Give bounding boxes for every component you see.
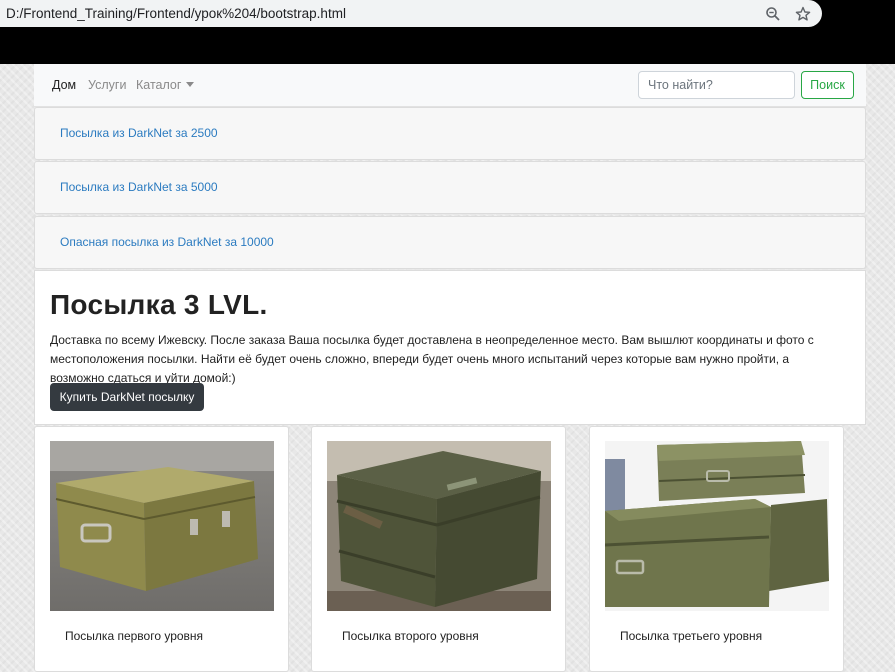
product-card-3: Посылка третьего уровня — [589, 426, 844, 672]
page-container: Дом Услуги Каталог Поиск Посылка из Dark… — [34, 64, 866, 672]
link-package-10000[interactable]: Опасная посылка из DarkNet за 10000 — [60, 235, 274, 249]
nav-item-catalog-label: Каталог — [136, 78, 182, 92]
nav-item-catalog[interactable]: Каталог — [136, 78, 195, 92]
hero-title: Посылка 3 LVL. — [50, 289, 268, 320]
card-image-box-1[interactable] — [50, 441, 274, 611]
navbar: Дом Услуги Каталог Поиск — [34, 64, 866, 107]
browser-toolbar: D:/Frontend_Training/Frontend/урок%204/b… — [0, 0, 895, 64]
zoom-icon[interactable] — [762, 3, 784, 25]
hero-text: Доставка по всему Ижевску. После заказа … — [50, 333, 814, 385]
search-button[interactable]: Поиск — [801, 71, 854, 99]
link-block-2: Посылка из DarkNet за 5000 — [34, 161, 866, 214]
hero-section: Посылка 3 LVL. Доставка по всему Ижевску… — [34, 270, 866, 425]
card-image-box-2[interactable] — [327, 441, 551, 611]
card-title-3: Посылка третьего уровня — [620, 629, 763, 643]
address-bar[interactable]: D:/Frontend_Training/Frontend/урок%204/b… — [0, 0, 822, 27]
product-card-1: Посылка первого уровня — [34, 426, 289, 672]
star-icon[interactable] — [792, 3, 814, 25]
url-text[interactable]: D:/Frontend_Training/Frontend/урок%204/b… — [0, 6, 762, 21]
card-title-1: Посылка первого уровня — [65, 629, 204, 643]
nav-item-home[interactable]: Дом — [52, 78, 76, 92]
card-image-box-3[interactable] — [605, 441, 829, 611]
product-card-2: Посылка второго уровня — [311, 426, 566, 672]
buy-button[interactable]: Купить DarkNet посылку — [50, 383, 204, 411]
link-block-1: Посылка из DarkNet за 2500 — [34, 107, 866, 160]
link-block-3: Опасная посылка из DarkNet за 10000 — [34, 216, 866, 269]
nav-item-services[interactable]: Услуги — [88, 78, 126, 92]
caret-down-icon — [186, 82, 195, 87]
card-title-2: Посылка второго уровня — [342, 629, 479, 643]
search-input[interactable] — [638, 71, 795, 99]
link-package-5000[interactable]: Посылка из DarkNet за 5000 — [60, 180, 218, 194]
link-package-2500[interactable]: Посылка из DarkNet за 2500 — [60, 126, 218, 140]
